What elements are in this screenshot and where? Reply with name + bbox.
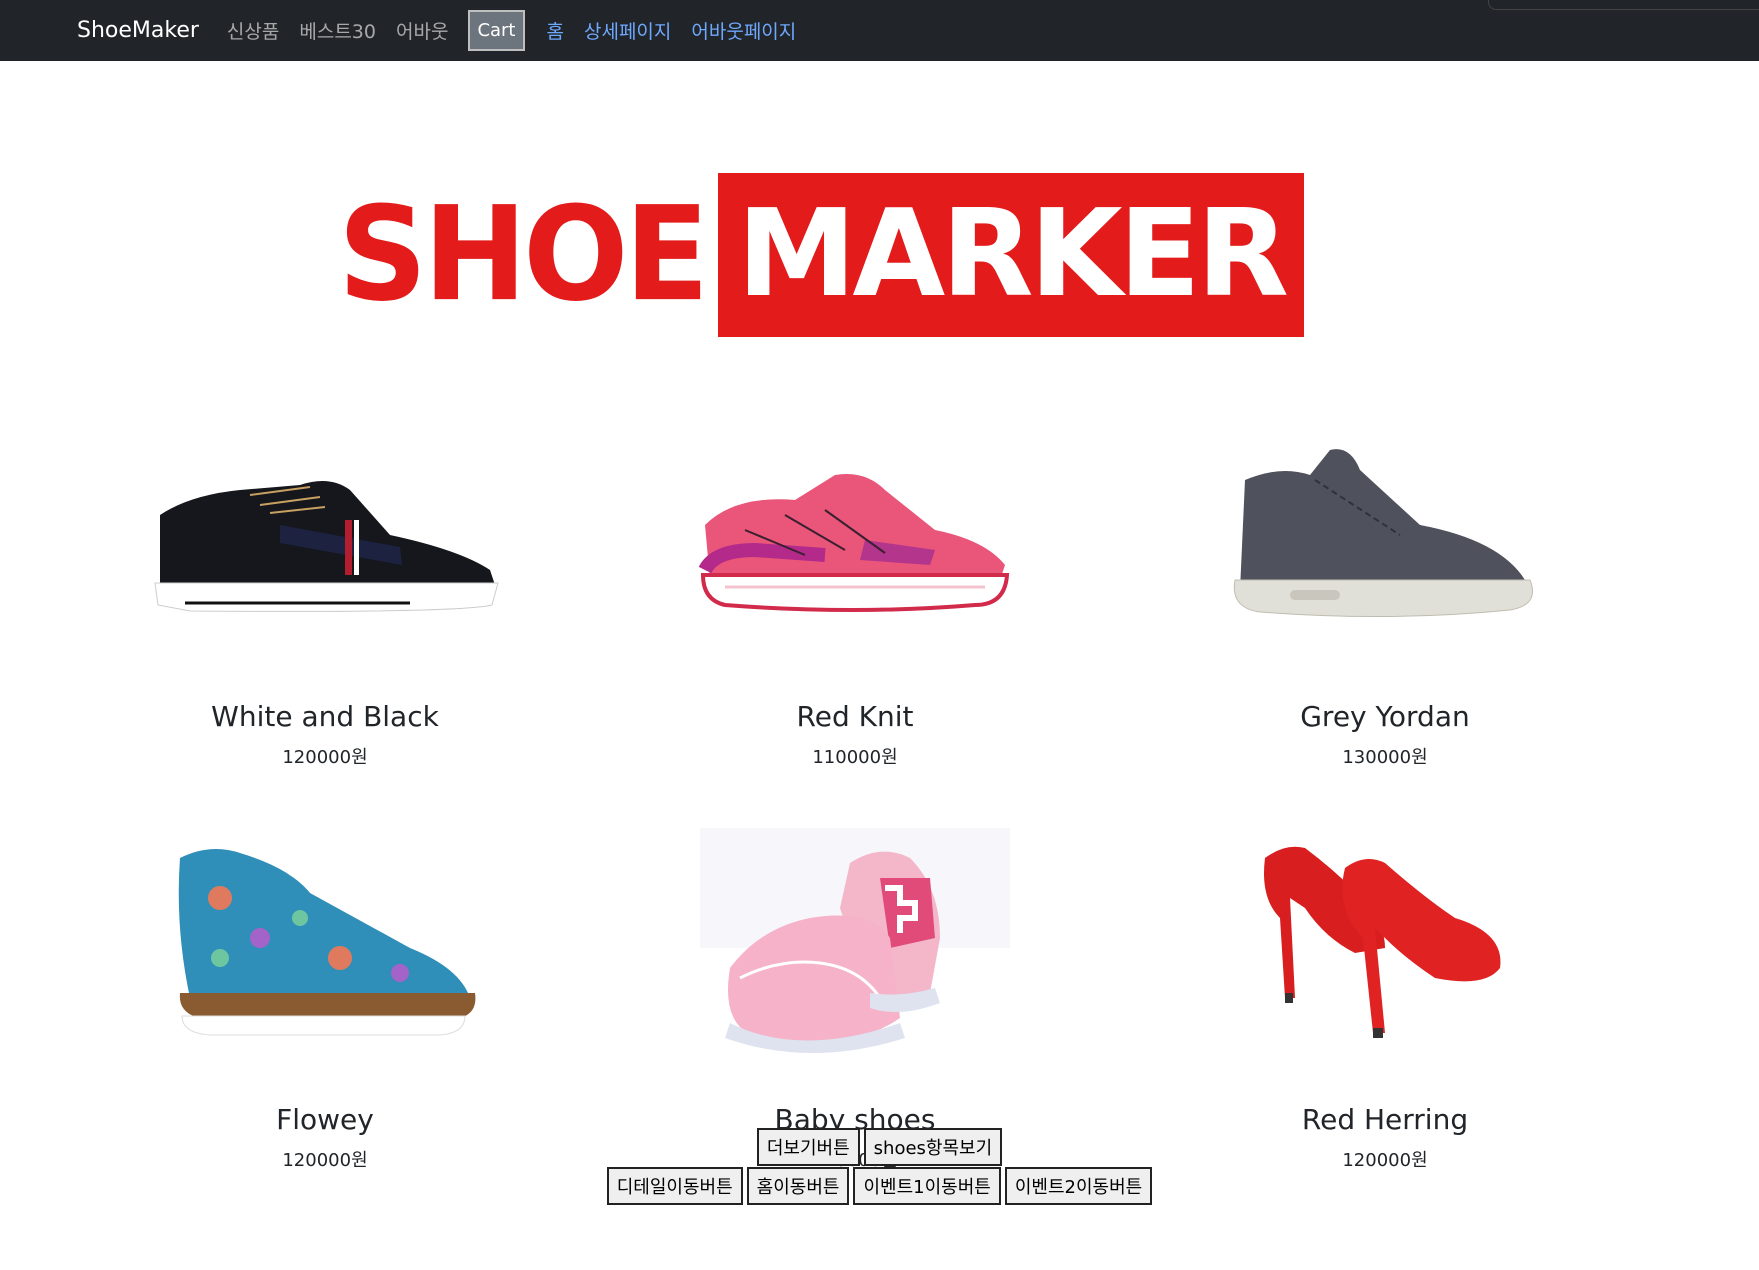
more-button[interactable]: 더보기버튼 [756, 1128, 860, 1166]
nav-best30[interactable]: 베스트30 [299, 17, 376, 44]
logo-marker-text: MARKER [736, 185, 1289, 324]
brand-link[interactable]: ShoeMaker [77, 18, 199, 43]
product-image [1060, 813, 1710, 1073]
shoemarker-logo: SHOE MARKER [338, 172, 1312, 338]
product-image [1060, 410, 1710, 670]
product-image [650, 813, 1060, 1073]
red-heels-icon [1264, 846, 1501, 1038]
shoes-list-button[interactable]: shoes항목보기 [863, 1128, 1003, 1166]
link-about-page[interactable]: 어바웃페이지 [691, 17, 796, 44]
product-card[interactable]: Grey Yordan 130000원 [1060, 420, 1710, 769]
link-home[interactable]: 홈 [547, 17, 564, 44]
product-grid: White and Black 120000원 Red Knit 110000원 [0, 420, 1759, 1172]
product-price: 130000원 [1342, 747, 1428, 768]
button-group: 더보기버튼 shoes항목보기 디테일이동버튼 홈이동버튼 이벤트1이동버튼 이… [0, 1128, 1759, 1206]
product-image [0, 410, 650, 670]
logo-red-box: MARKER [718, 173, 1304, 337]
go-event2-button[interactable]: 이벤트2이동버튼 [1004, 1167, 1153, 1205]
nav-new-products[interactable]: 신상품 [227, 17, 279, 44]
product-price: 120000원 [282, 747, 368, 768]
button-row: 디테일이동버튼 홈이동버튼 이벤트1이동버튼 이벤트2이동버튼 [0, 1167, 1759, 1205]
product-title: White and Black [211, 700, 439, 733]
floral-shoe-icon [178, 849, 476, 1036]
go-home-button[interactable]: 홈이동버튼 [746, 1167, 850, 1205]
product-card[interactable]: Flowey 120000원 [0, 813, 650, 1172]
nav-about[interactable]: 어바웃 [396, 17, 448, 44]
red-running-shoe-icon [698, 474, 1010, 612]
black-sneaker-icon [154, 481, 499, 612]
product-card[interactable]: White and Black 120000원 [0, 420, 650, 769]
product-card[interactable]: Baby shoes 120000원 [650, 813, 1060, 1172]
go-event1-button[interactable]: 이벤트1이동버튼 [853, 1167, 1001, 1205]
grey-hightop-icon [1233, 449, 1533, 618]
go-detail-button[interactable]: 디테일이동버튼 [606, 1167, 743, 1205]
product-price: 110000원 [812, 747, 898, 768]
top-navbar: ShoeMaker 신상품 베스트30 어바웃 Cart 홈 상세페이지 어바웃… [0, 0, 1759, 61]
product-card[interactable]: Red Knit 110000원 [650, 420, 1060, 769]
product-image [650, 410, 1060, 670]
link-detail-page[interactable]: 상세페이지 [584, 17, 671, 44]
button-row: 더보기버튼 shoes항목보기 [0, 1128, 1759, 1166]
logo-shoe-text: SHOE [338, 179, 709, 331]
pink-baby-shoes-icon [700, 828, 1010, 1053]
product-card[interactable]: Red Herring 120000원 [1060, 813, 1710, 1172]
product-image [0, 813, 650, 1073]
product-title: Grey Yordan [1300, 700, 1470, 733]
product-title: Red Knit [796, 700, 914, 733]
cart-button[interactable]: Cart [468, 10, 525, 51]
